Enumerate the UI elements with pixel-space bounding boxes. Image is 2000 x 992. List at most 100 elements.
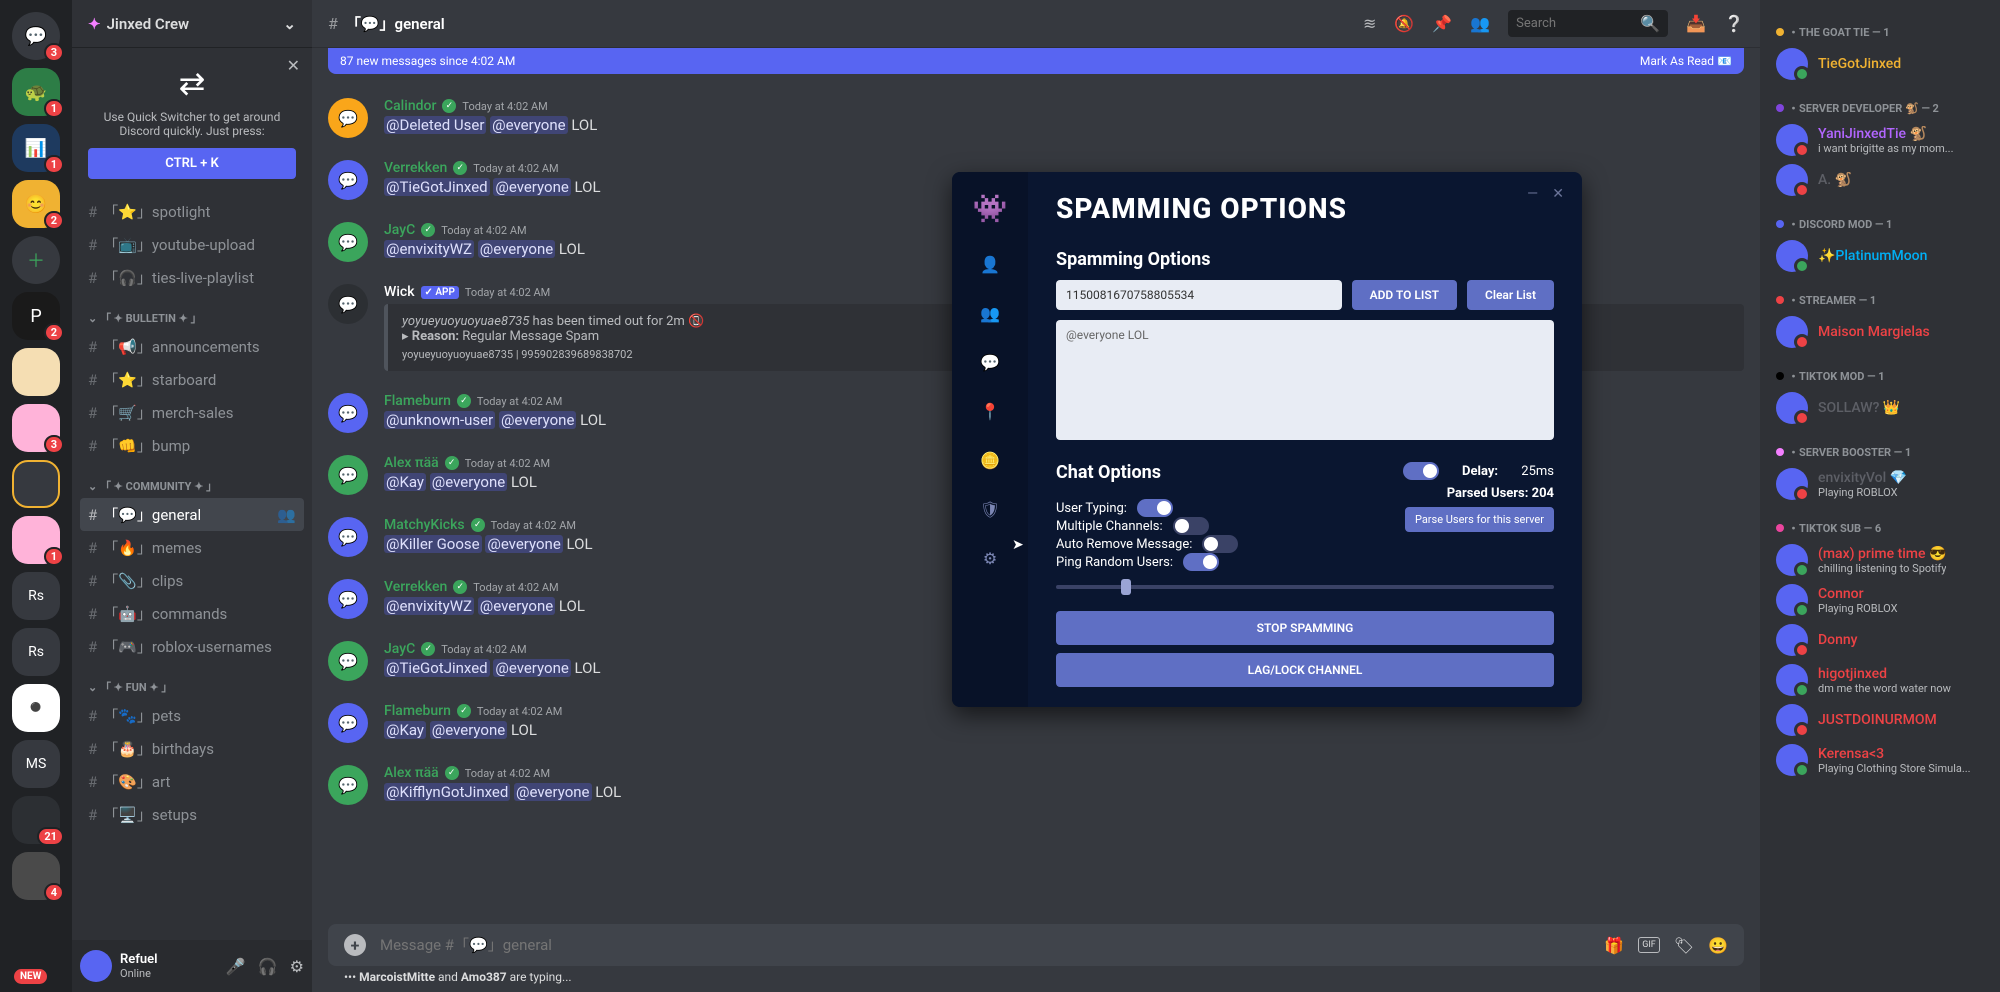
settings-icon[interactable]: ⚙ [290, 957, 304, 976]
server-icon[interactable]: Rs [12, 628, 60, 676]
server-icon[interactable]: 4 [12, 852, 60, 900]
member-item[interactable]: TieGotJinxed [1768, 44, 1992, 84]
member-item[interactable]: ✨PlatinumMoon [1768, 236, 1992, 276]
channel-item[interactable]: #「📺」youtube-upload [80, 228, 304, 261]
member-item[interactable]: Kerensa<3Playing Clothing Store Simula..… [1768, 740, 1992, 780]
member-item[interactable]: higotjinxeddm me the word water now [1768, 660, 1992, 700]
search-input[interactable] [1516, 16, 1640, 31]
message-author[interactable]: Calindor [384, 98, 436, 114]
shield-icon[interactable]: 🛡 [980, 500, 1000, 519]
toggle[interactable] [1202, 535, 1238, 553]
server-icon[interactable]: 📊1 [12, 124, 60, 172]
add-server-icon[interactable]: ＋ [12, 236, 60, 284]
deafen-icon[interactable]: 🎧 [258, 957, 278, 976]
message-author[interactable]: Verrekken [384, 160, 447, 176]
member-item[interactable]: Maison Margielas [1768, 312, 1992, 352]
clear-list-button[interactable]: Clear List [1467, 280, 1554, 310]
channel-item[interactable]: #「🎨」art [80, 765, 304, 798]
close-icon[interactable]: ✕ [1552, 186, 1564, 202]
channel-item[interactable]: #「🎮」roblox-usernames [80, 630, 304, 663]
message-list[interactable]: — ✕ 👾 👤 👥 💬 📍 🪙 🛡 ⚙ SPAMMING OPTIONS Spa… [312, 74, 1760, 924]
server-icon[interactable]: Rs [12, 572, 60, 620]
server-icon[interactable]: MS [12, 740, 60, 788]
channel-item[interactable]: #「🤖」commands [80, 597, 304, 630]
chat-icon[interactable]: 💬 [980, 353, 1000, 372]
notifications-icon[interactable]: 🔕 [1394, 14, 1414, 33]
member-item[interactable]: (max) prime time 😎chilling listening to … [1768, 540, 1992, 580]
channel-item[interactable]: #「📎」clips [80, 564, 304, 597]
avatar[interactable]: 💬 [328, 641, 368, 681]
member-item[interactable]: envixityVol 💎Playing ROBLOX [1768, 464, 1992, 504]
coins-icon[interactable]: 🪙 [980, 451, 1000, 470]
message-author[interactable]: Wick [384, 284, 415, 300]
member-list[interactable]: ・THE GOAT TIE — 1TieGotJinxed・SERVER DEV… [1760, 0, 2000, 992]
member-item[interactable]: YaniJinxedTie 🐒i want brigitte as my mom… [1768, 120, 1992, 160]
emoji-icon[interactable]: 😀 [1708, 936, 1728, 955]
parse-users-button[interactable]: Parse Users for this server [1405, 507, 1554, 532]
members-icon[interactable]: 👥 [1470, 14, 1490, 33]
close-icon[interactable]: ✕ [287, 56, 300, 75]
avatar[interactable]: 💬 [328, 579, 368, 619]
message-input[interactable] [380, 936, 1590, 954]
threads-icon[interactable]: ≋ [1363, 14, 1376, 33]
server-header[interactable]: ✦Jinxed Crew ⌄ [72, 0, 312, 48]
inbox-icon[interactable]: 📥 [1686, 14, 1706, 33]
avatar[interactable]: 💬 [328, 393, 368, 433]
member-item[interactable]: A. 🐒 [1768, 160, 1992, 200]
category-header[interactable]: ⌄ 「 ✦ FUN ✦ 」 [80, 663, 304, 699]
message-author[interactable]: Flameburn [384, 703, 451, 719]
toggle[interactable] [1137, 499, 1173, 517]
server-icon[interactable] [12, 348, 60, 396]
id-input[interactable] [1056, 280, 1342, 310]
gift-icon[interactable]: 🎁 [1604, 936, 1624, 955]
message-textarea[interactable] [1056, 320, 1554, 440]
gif-icon[interactable]: GIF [1638, 937, 1660, 953]
channel-item[interactable]: #「🔥」memes [80, 531, 304, 564]
member-item[interactable]: SOLLAW? 👑 [1768, 388, 1992, 428]
message-author[interactable]: Verrekken [384, 579, 447, 595]
sticker-icon[interactable]: 🏷 [1674, 936, 1694, 955]
channel-item[interactable]: #「🛒」merch-sales [80, 396, 304, 429]
member-item[interactable]: JUSTDOINURMOM [1768, 700, 1992, 740]
pinned-icon[interactable]: 📌 [1432, 14, 1452, 33]
add-to-list-button[interactable]: ADD TO LIST [1352, 280, 1457, 310]
message-author[interactable]: Flameburn [384, 393, 451, 409]
message-author[interactable]: MatchyKicks [384, 517, 465, 533]
member-item[interactable]: ConnorPlaying ROBLOX [1768, 580, 1992, 620]
server-icon[interactable]: P2 [12, 292, 60, 340]
channel-item[interactable]: #「🐾」pets [80, 699, 304, 732]
category-header[interactable]: ⌄ 「 ✦ BULLETIN ✦ 」 [80, 294, 304, 330]
message-author[interactable]: Alex πää [384, 765, 439, 781]
message-author[interactable]: JayC [384, 222, 415, 238]
channel-item[interactable]: #「⭐」spotlight [80, 195, 304, 228]
avatar[interactable]: 💬 [328, 765, 368, 805]
server-icon[interactable]: 21 [12, 796, 60, 844]
channel-item[interactable]: #「💬」general👥 [80, 498, 304, 531]
avatar[interactable]: 💬 [328, 284, 368, 324]
avatar[interactable]: 💬 [328, 98, 368, 138]
delay-toggle[interactable] [1403, 462, 1439, 480]
attach-icon[interactable]: + [344, 934, 366, 956]
home-icon[interactable]: 💬3 [12, 12, 60, 60]
server-icon[interactable]: 😊2 [12, 180, 60, 228]
users-icon[interactable]: 👥 [980, 304, 1000, 323]
minimize-icon[interactable]: — [1527, 186, 1538, 202]
stop-spamming-button[interactable]: STOP SPAMMING [1056, 611, 1554, 645]
member-item[interactable]: Donny [1768, 620, 1992, 660]
quick-switcher-button[interactable]: CTRL + K [88, 148, 296, 179]
server-icon[interactable]: 1 [12, 516, 60, 564]
help-icon[interactable]: ❔ [1724, 14, 1744, 33]
new-messages-bar[interactable]: 87 new messages since 4:02 AM Mark As Re… [328, 48, 1744, 74]
gear-icon[interactable]: ⚙ [983, 549, 997, 568]
location-icon[interactable]: 📍 [980, 402, 1000, 421]
slider[interactable] [1056, 585, 1554, 589]
channel-item[interactable]: #「🎧」ties-live-playlist [80, 261, 304, 294]
message-author[interactable]: JayC [384, 641, 415, 657]
avatar[interactable]: 💬 [328, 222, 368, 262]
server-icon[interactable]: 🐢1 [12, 68, 60, 116]
avatar[interactable]: 💬 [328, 703, 368, 743]
lag-lock-button[interactable]: LAG/LOCK CHANNEL [1056, 653, 1554, 687]
avatar[interactable] [80, 950, 112, 982]
search-box[interactable]: 🔍 [1508, 10, 1668, 37]
channel-list[interactable]: #「⭐」spotlight#「📺」youtube-upload#「🎧」ties-… [72, 195, 312, 940]
